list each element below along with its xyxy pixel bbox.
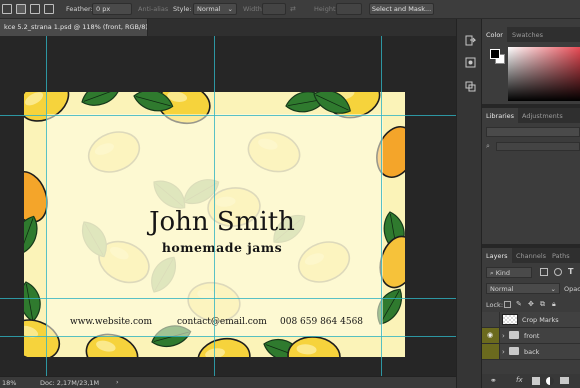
layer-thumbnail [502, 314, 518, 325]
folder-icon [509, 331, 519, 339]
chevron-right-icon[interactable]: › [116, 378, 119, 386]
card-phone: 008 659 864 4568 [280, 317, 364, 327]
layer-kind-filter[interactable]: ⌕ Kind [486, 267, 532, 278]
blend-mode-value: Normal [490, 285, 514, 293]
add-to-selection-icon[interactable] [16, 4, 26, 14]
tab-libraries[interactable]: Libraries [482, 108, 519, 123]
type-filter-icon[interactable]: T [568, 267, 573, 276]
intersect-selection-icon[interactable] [44, 4, 54, 14]
lock-artboard-icon[interactable]: ⧉ [540, 300, 545, 309]
layer-row[interactable]: › back [482, 344, 580, 360]
adjustment-layer-icon[interactable] [546, 377, 554, 385]
guide-horizontal[interactable] [0, 336, 456, 337]
expand-arrow-icon[interactable]: › [502, 348, 505, 356]
history-icon[interactable] [465, 35, 476, 46]
swap-dimensions-icon[interactable]: ⇄ [290, 5, 296, 13]
style-value: Normal [197, 5, 221, 13]
layer-mask-icon[interactable] [532, 377, 540, 385]
feather-input[interactable]: 0 px [92, 3, 132, 15]
adjustment-filter-icon[interactable] [554, 268, 562, 276]
color-spectrum[interactable] [508, 47, 580, 101]
opacity-label: Opacit [564, 285, 580, 293]
blend-mode-select[interactable]: Normal ⌄ [486, 283, 560, 294]
folder-icon [509, 347, 519, 355]
expand-arrow-icon[interactable]: › [502, 332, 505, 340]
tab-color[interactable]: Color [482, 27, 507, 42]
subtract-selection-icon[interactable] [30, 4, 40, 14]
library-search-input[interactable] [496, 142, 580, 151]
document-tab[interactable]: kce 5.2_strana 1.psd @ 118% (front, RGB/… [0, 19, 148, 36]
layer-name: front [524, 332, 540, 340]
tab-channels[interactable]: Channels [512, 248, 550, 263]
properties-icon[interactable] [465, 57, 476, 68]
guide-vertical[interactable] [46, 36, 47, 376]
visibility-toggle[interactable] [482, 312, 500, 327]
height-input[interactable] [336, 3, 362, 15]
foreground-color-swatch-front [490, 49, 500, 59]
select-and-mask-button[interactable]: Select and Mask... [369, 3, 434, 15]
visibility-toggle[interactable]: ◉ [482, 328, 500, 343]
status-bar: 18% Doc: 2,17M/23,1M › [0, 376, 456, 388]
lock-label: Lock: [486, 301, 504, 309]
guide-vertical[interactable] [381, 36, 382, 376]
layer-name: back [524, 348, 540, 356]
tab-adjustments[interactable]: Adjustments [518, 108, 567, 123]
height-label: Height: [314, 5, 338, 13]
libraries-panel-tabs: Libraries Adjustments [482, 108, 580, 123]
photoshop-window: Feather: 0 px Anti-alias Style: Normal ⌄ … [0, 0, 580, 388]
right-panels: Color Swatches Libraries Adjustments ⌕ L… [482, 19, 580, 388]
layer-actions-bar: ⚭ fx [482, 374, 580, 388]
panel-icon-strip [456, 19, 482, 388]
width-input[interactable] [262, 3, 286, 15]
visibility-toggle[interactable] [482, 344, 500, 359]
card-email: contact@email.com [177, 317, 267, 327]
eye-icon: ◉ [487, 331, 494, 339]
search-icon[interactable]: ⌕ [486, 142, 490, 151]
image-filter-icon[interactable] [540, 268, 548, 276]
antialias-checkbox[interactable]: Anti-alias [138, 5, 168, 13]
library-select[interactable] [486, 127, 580, 137]
lock-paint-icon[interactable]: ✎ [516, 300, 522, 308]
new-group-icon[interactable] [560, 377, 569, 384]
lock-position-icon[interactable]: ✥ [528, 300, 534, 308]
info-icon[interactable] [465, 81, 476, 92]
style-label: Style: [173, 5, 192, 13]
layer-row[interactable]: Crop Marks [482, 312, 580, 328]
lock-all-icon[interactable]: 🔒︎ [552, 300, 556, 309]
link-layers-icon[interactable]: ⚭ [490, 376, 497, 385]
canvas-area[interactable]: John Smith homemade jams www.website.com… [0, 36, 456, 376]
card-website: www.website.com [70, 317, 152, 327]
feather-label: Feather: [66, 5, 93, 13]
layer-name: Crop Marks [522, 316, 559, 324]
tab-layers[interactable]: Layers [482, 248, 512, 263]
layer-style-icon[interactable]: fx [516, 376, 523, 384]
lock-transparent-icon[interactable] [504, 301, 511, 308]
style-select[interactable]: Normal ⌄ [193, 3, 237, 15]
kind-filter-label: Kind [495, 269, 511, 277]
guide-horizontal[interactable] [0, 298, 456, 299]
new-selection-icon[interactable] [2, 4, 12, 14]
color-panel-tabs: Color Swatches [482, 27, 580, 42]
chevron-down-icon: ⌄ [550, 285, 556, 293]
width-label: Width: [243, 5, 265, 13]
guide-vertical[interactable] [214, 36, 215, 376]
tab-swatches[interactable]: Swatches [508, 27, 547, 42]
zoom-level[interactable]: 18% [2, 379, 16, 387]
document-info: Doc: 2,17M/23,1M [40, 379, 100, 387]
chevron-down-icon: ⌄ [227, 5, 233, 13]
options-bar: Feather: 0 px Anti-alias Style: Normal ⌄ … [0, 0, 580, 19]
guide-horizontal[interactable] [0, 115, 456, 116]
tab-paths[interactable]: Paths [548, 248, 574, 263]
layer-row[interactable]: ◉ › front [482, 328, 580, 344]
layers-panel-tabs: Layers Channels Paths [482, 248, 580, 263]
